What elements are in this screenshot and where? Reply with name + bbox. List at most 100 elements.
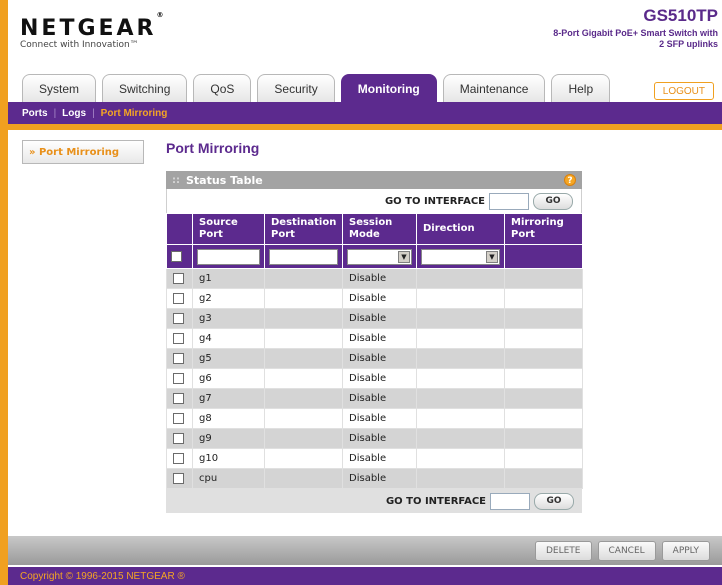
tab-monitoring[interactable]: Monitoring [340, 74, 437, 102]
row-select-cell [166, 308, 193, 329]
action-bar: DELETE CANCEL APPLY [8, 536, 722, 565]
row-checkbox[interactable] [173, 272, 184, 284]
row-checkbox[interactable] [173, 452, 184, 464]
session-mode-select[interactable]: ▼ [347, 248, 412, 265]
row-checkbox[interactable] [173, 292, 184, 304]
table-row[interactable]: g9 Disable [166, 428, 583, 449]
logout-button[interactable]: LOGOUT [653, 82, 714, 100]
table-row[interactable]: g4 Disable [166, 328, 583, 349]
destination-port-cell [264, 268, 343, 289]
cancel-button[interactable]: CANCEL [597, 540, 656, 561]
row-select-cell [166, 448, 193, 469]
source-port-cell: g9 [192, 428, 265, 449]
source-port-cell: g5 [192, 348, 265, 369]
goto-interface-bottom: GO TO INTERFACE GO [166, 489, 582, 513]
session-mode-cell: Disable [342, 308, 417, 329]
row-checkbox[interactable] [173, 312, 184, 324]
row-checkbox[interactable] [173, 472, 184, 484]
row-select-cell [166, 388, 193, 409]
column-header: Session Mode [342, 213, 417, 245]
table-row[interactable]: g7 Disable [166, 388, 583, 409]
source-port-cell: g1 [192, 268, 265, 289]
main-tabs: System Switching QoS Security Monitoring… [22, 74, 611, 102]
direction-cell [416, 408, 505, 429]
table-row[interactable]: g8 Disable [166, 408, 583, 429]
mirroring-port-cell [504, 268, 583, 289]
destination-port-cell [264, 428, 343, 449]
mirroring-port-cell [504, 388, 583, 409]
destination-port-cell [264, 288, 343, 309]
row-select-cell [166, 368, 193, 389]
session-mode-cell: Disable [342, 448, 417, 469]
tab-help[interactable]: Help [551, 74, 611, 102]
subnav-port-mirroring[interactable]: Port Mirroring [101, 108, 168, 119]
table-row[interactable]: g10 Disable [166, 448, 583, 469]
brand-tagline: Connect with Innovation™ [20, 40, 139, 50]
goto-interface-top: GO TO INTERFACE GO [166, 189, 582, 213]
destination-port-cell [264, 448, 343, 469]
table-row[interactable]: g1 Disable [166, 268, 583, 289]
session-mode-cell: Disable [342, 288, 417, 309]
destination-port-cell [264, 408, 343, 429]
goto-interface-input[interactable] [489, 192, 529, 210]
direction-cell [416, 328, 505, 349]
session-mode-cell: Disable [342, 268, 417, 289]
sub-navigation: Ports | Logs | Port Mirroring [8, 102, 722, 124]
delete-button[interactable]: DELETE [534, 540, 592, 561]
mirroring-port-cell [504, 428, 583, 449]
table-row[interactable]: g5 Disable [166, 348, 583, 369]
goto-interface-input[interactable] [490, 492, 530, 510]
tab-qos[interactable]: QoS [193, 74, 252, 102]
app-frame: NETGEAR® Connect with Innovation™ GS510T… [8, 0, 722, 585]
subnav-separator: | [92, 107, 95, 119]
column-header: Destination Port [264, 213, 343, 245]
tab-switching[interactable]: Switching [102, 74, 188, 102]
model-description: 8-Port Gigabit PoE+ Smart Switch with 2 … [553, 28, 718, 49]
direction-cell [416, 388, 505, 409]
row-checkbox[interactable] [173, 432, 184, 444]
netgear-logo: NETGEAR® [20, 10, 164, 41]
direction-cell [416, 288, 505, 309]
tab-maintenance[interactable]: Maintenance [442, 74, 546, 102]
session-mode-cell: Disable [342, 428, 417, 449]
table-row[interactable]: g6 Disable [166, 368, 583, 389]
header: NETGEAR® Connect with Innovation™ GS510T… [8, 0, 722, 72]
table-row[interactable]: g2 Disable [166, 288, 583, 309]
row-checkbox[interactable] [173, 352, 184, 364]
header-select [166, 213, 193, 245]
copyright-footer: Copyright © 1996-2015 NETGEAR ® [8, 567, 722, 585]
tab-security[interactable]: Security [257, 74, 335, 102]
apply-button[interactable]: APPLY [661, 540, 710, 561]
select-all-cell [166, 244, 193, 269]
direction-select[interactable]: ▼ [421, 248, 500, 265]
tab-system[interactable]: System [22, 74, 97, 102]
destination-port-cell [264, 388, 343, 409]
goto-interface-label: GO TO INTERFACE [385, 495, 486, 507]
direction-cell [416, 348, 505, 369]
table-row[interactable]: g3 Disable [166, 308, 583, 329]
destination-port-field[interactable] [269, 248, 338, 265]
subnav-logs[interactable]: Logs [62, 108, 86, 119]
row-select-cell [166, 428, 193, 449]
source-port-field[interactable] [197, 248, 260, 265]
session-mode-cell: Disable [342, 328, 417, 349]
mirroring-port-cell [504, 468, 583, 489]
row-select-cell [166, 268, 193, 289]
destination-port-cell [264, 328, 343, 349]
direction-cell [416, 268, 505, 289]
row-checkbox[interactable] [173, 332, 184, 344]
source-port-cell: g7 [192, 388, 265, 409]
go-button[interactable]: GO [533, 192, 573, 210]
subnav-ports[interactable]: Ports [22, 108, 48, 119]
go-button[interactable]: GO [534, 492, 574, 510]
status-table-panel: :: Status Table ? GO TO INTERFACE GO Sou… [166, 171, 583, 513]
row-checkbox[interactable] [173, 412, 184, 424]
source-port-cell: g4 [192, 328, 265, 349]
select-all-checkbox[interactable] [171, 250, 182, 262]
model-name: GS510TP [643, 6, 718, 25]
help-icon[interactable]: ? [564, 174, 576, 186]
side-menu-port-mirroring[interactable]: » Port Mirroring [22, 140, 144, 164]
row-checkbox[interactable] [173, 372, 184, 384]
table-row[interactable]: cpu Disable [166, 468, 583, 489]
row-checkbox[interactable] [173, 392, 184, 404]
